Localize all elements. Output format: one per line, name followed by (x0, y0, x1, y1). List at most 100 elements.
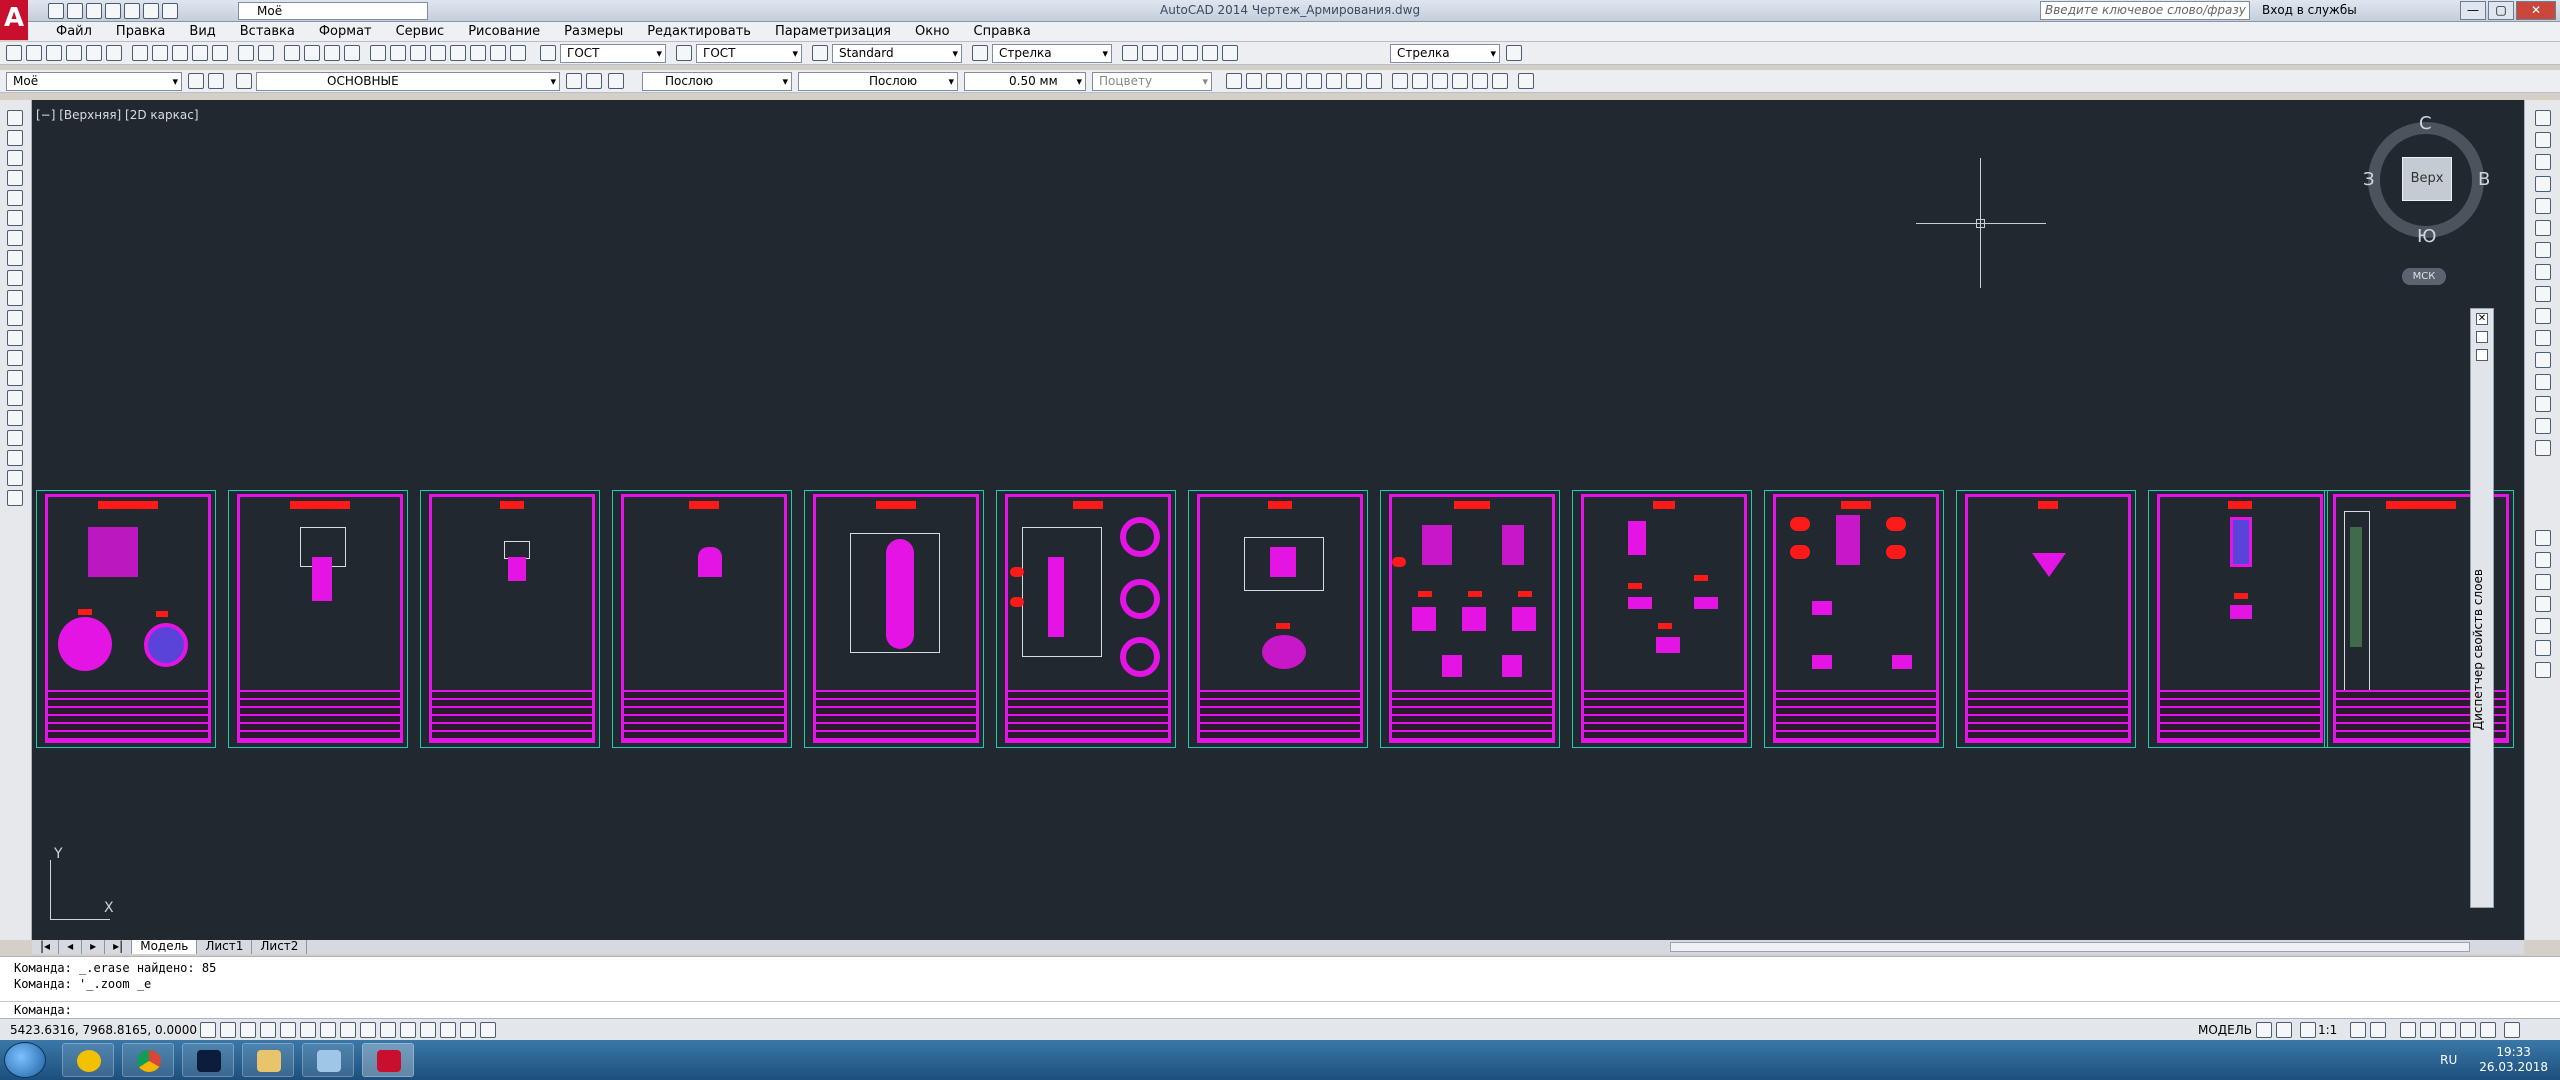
workspace-select-2[interactable]: Моё (6, 72, 182, 91)
autocad-logo-icon[interactable]: A (0, 0, 28, 40)
snap-mode-icon[interactable] (220, 1022, 236, 1038)
menu-file[interactable]: Файл (56, 24, 92, 39)
menu-dimension[interactable]: Размеры (564, 24, 623, 39)
scale-icon[interactable] (2535, 264, 2551, 280)
minimize-button[interactable]: — (2460, 1, 2486, 20)
tab-sheet2[interactable]: Лист2 (252, 940, 308, 954)
mleader-icon[interactable] (1122, 45, 1138, 61)
menu-parametric[interactable]: Параметризация (775, 24, 891, 39)
ortho-mode-icon[interactable] (260, 1022, 276, 1038)
cursor-coordinates[interactable]: 5423.6316, 7968.8165, 0.0000 (10, 1023, 197, 1037)
undo-icon[interactable] (143, 3, 159, 19)
tab-sheet1[interactable]: Лист1 (197, 940, 253, 954)
table-icon[interactable] (7, 450, 23, 466)
mirror-icon[interactable] (2535, 154, 2551, 170)
linetype-select[interactable]: Послою (798, 72, 958, 91)
plotstyle-select[interactable]: Поцвету (1092, 72, 1212, 91)
infer-constraints-icon[interactable] (200, 1022, 216, 1038)
sheet-set-icon[interactable] (430, 45, 446, 61)
trim-icon[interactable] (2535, 308, 2551, 324)
viewcube-west[interactable]: З (2363, 169, 2375, 190)
taskbar-app-3[interactable] (182, 1043, 234, 1077)
remove-leader-icon[interactable] (1162, 45, 1178, 61)
horizontal-scrollbar[interactable] (1670, 942, 2470, 952)
polygon-icon[interactable] (7, 170, 23, 186)
new-icon[interactable] (6, 45, 22, 61)
drawing-sheet[interactable] (1764, 490, 1944, 748)
zoom-realtime-icon[interactable] (304, 45, 320, 61)
tab-nav-prev[interactable]: ◂ (59, 940, 83, 954)
erase-icon[interactable] (2535, 110, 2551, 126)
explode-icon[interactable] (2535, 440, 2551, 456)
collect-leaders-icon[interactable] (1202, 45, 1218, 61)
clean-screen-icon[interactable] (2504, 1022, 2520, 1038)
viewcube-top-face[interactable]: Верх (2402, 157, 2452, 201)
dynamic-input-icon[interactable] (380, 1022, 396, 1038)
text-scale-icon[interactable] (1326, 73, 1342, 89)
drawing-sheet[interactable] (420, 490, 600, 748)
menu-tools[interactable]: Сервис (396, 24, 445, 39)
mleader-style-select-2[interactable]: Стрелка (1390, 44, 1500, 63)
render-icon[interactable] (1518, 73, 1534, 89)
taskbar-app-5[interactable] (302, 1043, 354, 1077)
viewcube-north[interactable]: С (2419, 113, 2432, 134)
tool-palettes-icon[interactable] (410, 45, 426, 61)
taskbar-app-1[interactable] (62, 1043, 114, 1077)
close-button[interactable]: ✕ (2516, 1, 2556, 20)
conceptual-icon[interactable] (1472, 73, 1488, 89)
edit-text-icon[interactable] (1266, 73, 1282, 89)
help-search-input[interactable]: Введите ключевое слово/фразу (2040, 1, 2250, 20)
workspace-settings-icon[interactable] (188, 73, 204, 89)
zoom-window-icon[interactable] (324, 45, 340, 61)
dim-diameter-icon[interactable] (2535, 596, 2551, 612)
3d-object-snap-icon[interactable] (320, 1022, 336, 1038)
match-properties-icon[interactable] (192, 45, 208, 61)
properties-icon[interactable] (370, 45, 386, 61)
copy-icon[interactable] (152, 45, 168, 61)
drawing-sheet[interactable] (36, 490, 216, 748)
layer-properties-icon[interactable] (236, 73, 252, 89)
copy-object-icon[interactable] (2535, 132, 2551, 148)
spell-check-icon[interactable] (1306, 73, 1322, 89)
object-snap-icon[interactable] (300, 1022, 316, 1038)
menu-help[interactable]: Справка (974, 24, 1031, 39)
add-leader-icon[interactable] (1142, 45, 1158, 61)
plot-icon[interactable] (124, 3, 140, 19)
dim-continue-icon[interactable] (2535, 662, 2551, 678)
find-text-icon[interactable] (1286, 73, 1302, 89)
point-icon[interactable] (7, 370, 23, 386)
color-select[interactable]: Послою (642, 72, 792, 91)
taskbar-autocad[interactable] (362, 1043, 414, 1077)
maximize-button[interactable]: ▢ (2488, 1, 2514, 20)
drawing-sheet[interactable] (1572, 490, 1752, 748)
command-input[interactable]: Команда: (0, 1001, 2560, 1019)
drawing-sheet[interactable] (612, 490, 792, 748)
save-icon[interactable] (46, 45, 62, 61)
dim-angular-icon[interactable] (2535, 618, 2551, 634)
add-selected-icon[interactable] (7, 490, 23, 506)
status-bar-menu-icon[interactable] (2480, 1022, 2496, 1038)
chamfer-icon[interactable] (2535, 396, 2551, 412)
zoom-previous-icon[interactable] (344, 45, 360, 61)
hardware-acceleration-icon[interactable] (2440, 1022, 2456, 1038)
make-current-layer-icon[interactable] (566, 73, 582, 89)
shade-icon[interactable] (1392, 73, 1408, 89)
tab-nav-first[interactable]: |◂ (32, 940, 60, 954)
workspace-switching-icon[interactable] (2400, 1022, 2416, 1038)
quickcalc-icon[interactable] (470, 45, 486, 61)
publish-icon[interactable] (106, 45, 122, 61)
extend-icon[interactable] (2535, 330, 2551, 346)
drawing-sheet[interactable] (804, 490, 984, 748)
redo-icon[interactable] (258, 45, 274, 61)
drawing-sheet[interactable] (1380, 490, 1560, 748)
selection-cycling-icon[interactable] (460, 1022, 476, 1038)
drawing-canvas[interactable]: [−] [Верхняя] [2D каркас] (32, 100, 2524, 940)
dim-baseline-icon[interactable] (2535, 640, 2551, 656)
layer-select[interactable]: ОСНОВНЫЕ (256, 72, 560, 91)
palette-close-button[interactable]: ✕ (2476, 313, 2488, 325)
dynamic-ucs-icon[interactable] (360, 1022, 376, 1038)
drawing-sheet[interactable] (1188, 490, 1368, 748)
object-snap-tracking-icon[interactable] (340, 1022, 356, 1038)
viewport-controls-label[interactable]: [−] [Верхняя] [2D каркас] (36, 108, 199, 122)
workspace-select[interactable]: Моё (238, 2, 428, 20)
